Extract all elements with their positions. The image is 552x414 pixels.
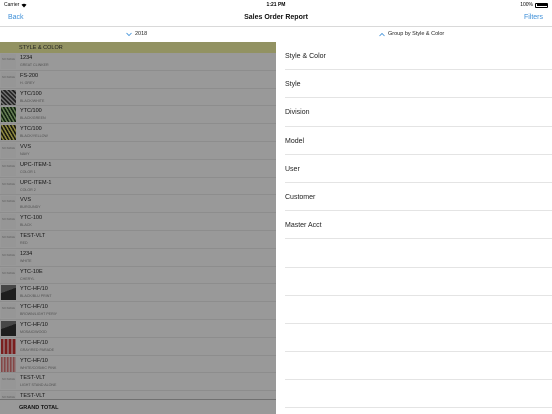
group-option[interactable]: Division <box>285 98 552 127</box>
group-option[interactable]: Customer <box>285 183 552 212</box>
navigation-bar: Back Sales Order Report Filters <box>0 9 552 27</box>
page-title: Sales Order Report <box>244 14 308 21</box>
empty-option-row <box>285 296 552 324</box>
group-option[interactable]: Model <box>285 127 552 155</box>
group-option-label: Style & Color <box>285 53 326 60</box>
chevron-up-icon <box>379 32 385 36</box>
status-bar: Carrier 1:21 PM 100% <box>0 0 552 9</box>
empty-option-row <box>285 268 552 296</box>
group-option[interactable]: Style & Color <box>285 42 552 71</box>
group-option-label: Customer <box>285 193 316 201</box>
empty-option-row <box>285 324 552 353</box>
status-time: 1:21 PM <box>266 2 286 8</box>
chevron-down-icon <box>126 32 132 36</box>
empty-option-row <box>285 239 552 268</box>
year-selector-label: 2018 <box>135 31 148 37</box>
group-option-label: Style <box>285 81 301 89</box>
empty-option-row <box>285 352 552 381</box>
group-option-label: Master Acct <box>285 222 322 230</box>
group-option-label: User <box>285 165 300 173</box>
group-by-label: Group by Style & Color <box>388 31 445 37</box>
group-option[interactable]: Master Acct <box>285 211 552 240</box>
group-by-selector[interactable]: Group by Style & Color <box>379 31 444 37</box>
group-by-options: Style & Color Style Division Model User Custo… <box>276 42 552 414</box>
group-option-label: Division <box>285 109 310 117</box>
year-selector[interactable]: 2018 <box>126 31 147 37</box>
group-option-label: Model <box>285 137 305 145</box>
dim-overlay[interactable] <box>0 42 276 414</box>
battery-percent: 100% <box>520 2 533 8</box>
filters-button[interactable]: Filters <box>524 14 543 21</box>
empty-option-row <box>285 380 552 409</box>
battery-icon <box>535 2 548 8</box>
selector-bar: 2018 Group by Style & Color <box>0 28 552 42</box>
group-option[interactable]: User <box>285 155 552 183</box>
group-option[interactable]: Style <box>285 70 552 99</box>
